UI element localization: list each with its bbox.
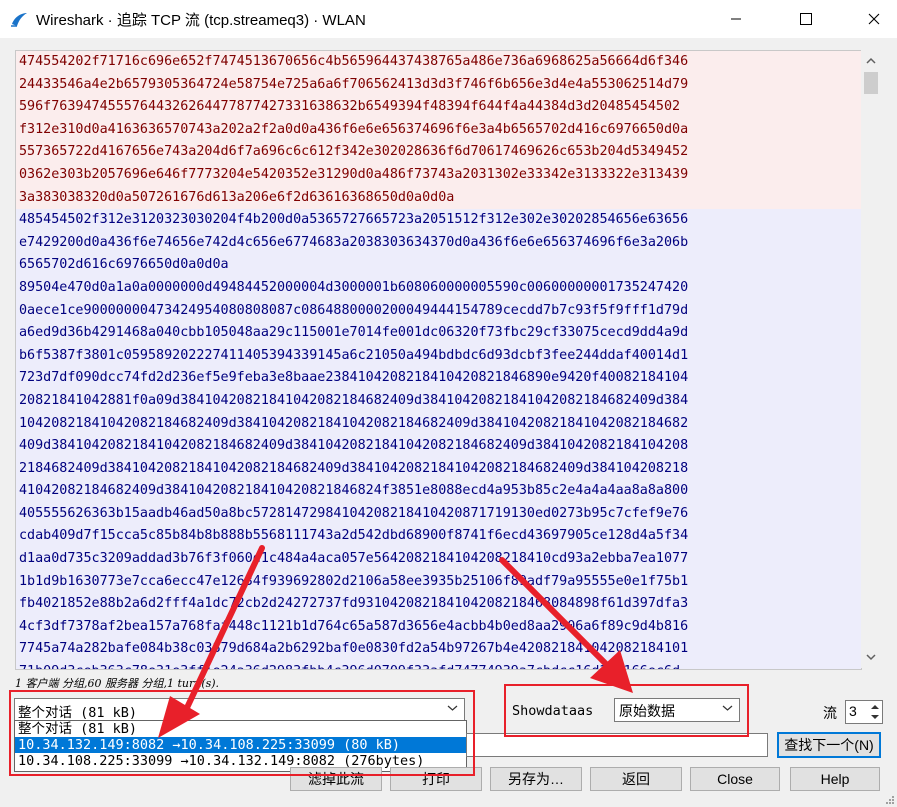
conversation-select[interactable]: 整个对话 (81 kB) bbox=[14, 698, 465, 722]
window-title: Wireshark · 追踪 TCP 流 (tcp.streameq3) · W… bbox=[36, 12, 366, 29]
client-data-line: 3a383038320d0a507261676d613a206e6f2d6361… bbox=[16, 186, 861, 210]
help-button[interactable]: Help bbox=[790, 767, 880, 791]
scrollbar-thumb[interactable] bbox=[864, 72, 878, 94]
wireshark-logo-icon bbox=[11, 13, 27, 27]
find-input[interactable] bbox=[466, 733, 768, 757]
server-data-line: 7745a74a282bafe084b38c03879d684a2b6292ba… bbox=[16, 638, 861, 662]
server-data-line: 6565702d616c6976650d0a0d0a bbox=[16, 254, 861, 277]
stream-content-area[interactable]: 474554202f71716c696e652f7474513670656c4b… bbox=[15, 50, 862, 670]
client-data-line: 474554202f71716c696e652f7474513670656c4b… bbox=[16, 51, 861, 74]
chevron-down-icon bbox=[447, 705, 458, 711]
save-as-button[interactable]: 另存为… bbox=[490, 767, 582, 791]
server-data-line: cdab409d7f15cca5c85b84b8b888b5568111743a… bbox=[16, 525, 861, 549]
stream-summary: 1 客户端 分组,60 服务器 分组,1 turn(s). bbox=[15, 677, 220, 690]
server-data-line: 71b09d3ceb363c78e31e3ff1e24a36d2983fbb4c… bbox=[16, 661, 861, 669]
maximize-icon bbox=[800, 13, 812, 25]
resize-grip-icon[interactable] bbox=[883, 793, 895, 805]
title-bar: Wireshark · 追踪 TCP 流 (tcp.streameq3) · W… bbox=[0, 0, 897, 38]
client-data-line: 24433546a4e2b6579305364724e58754e725a6a6… bbox=[16, 73, 861, 97]
scroll-up-icon[interactable] bbox=[861, 52, 881, 70]
close-icon bbox=[868, 13, 880, 25]
server-data-line: 4cf3df7378af2bea157a768faf448c1121b1d764… bbox=[16, 615, 861, 639]
server-data-line: 405555626363b15aadb46ad50a8bc57281472984… bbox=[16, 502, 861, 526]
server-data-line: 409d38410420821841042082184682409d384104… bbox=[16, 435, 861, 458]
conversation-selected-value: 整个对话 (81 kB) bbox=[18, 705, 138, 721]
print-button[interactable]: 打印 bbox=[390, 767, 482, 791]
server-data-line: 1b1d9b1630773e7cca6ecc47e12634f939692802… bbox=[16, 570, 861, 594]
server-data-line: e7429200d0a436f6e74656e742d4c656e6774683… bbox=[16, 231, 861, 255]
maximize-button[interactable] bbox=[783, 0, 829, 38]
vertical-scrollbar[interactable] bbox=[861, 50, 881, 668]
stream-number-spinbox[interactable]: 3 bbox=[845, 700, 883, 724]
spin-arrows-icon[interactable] bbox=[868, 701, 882, 723]
client-data-line: f312e310d0a4163636570743a202a2f2a0d0a436… bbox=[16, 118, 861, 142]
back-button[interactable]: 返回 bbox=[590, 767, 682, 791]
client-data-line: 596f763947455576443262644778774273316386… bbox=[16, 96, 861, 119]
server-data-line: 41042082184682409d3841042082184104208218… bbox=[16, 480, 861, 503]
server-data-line: b6f5387f3801c059589202227411405394339145… bbox=[16, 344, 861, 368]
chevron-down-icon bbox=[722, 705, 733, 711]
stream-label: 流 bbox=[823, 705, 837, 721]
server-data-line: 723d7df090dcc74fd2d236ef5e9feba3e8baae23… bbox=[16, 367, 861, 390]
server-data-line: 0aece1ce90000000473424954080808087c08648… bbox=[16, 299, 861, 323]
server-data-line: 2184682409d38410420821841042082184682409… bbox=[16, 457, 861, 481]
server-data-line: 485454502f312e3120323030204f4b200d0a5365… bbox=[16, 209, 861, 232]
conversation-option[interactable]: 10.34.132.149:8082 →10.34.108.225:33099 … bbox=[15, 737, 466, 753]
close-window-button[interactable] bbox=[851, 0, 897, 38]
scroll-down-icon[interactable] bbox=[861, 648, 881, 666]
show-data-as-label: Showdataas bbox=[512, 703, 594, 719]
server-data-line: 20821841042881f0a09d38410420821841042082… bbox=[16, 389, 861, 413]
server-data-line: 10420821841042082184682409d3841042082184… bbox=[16, 412, 861, 436]
minimize-button[interactable] bbox=[713, 0, 759, 38]
stream-number-value: 3 bbox=[849, 703, 857, 719]
client-data-line: 557365722d4167656e743a204d6f7a696c6c612f… bbox=[16, 141, 861, 164]
show-data-as-select[interactable]: 原始数据 bbox=[614, 698, 740, 722]
server-data-line: a6ed9d36b4291468a040cbb105048aa29c115001… bbox=[16, 322, 861, 345]
close-button[interactable]: Close bbox=[690, 767, 780, 791]
server-data-line: fb4021852e88b2a6d2fff4a1dc72cb2d24272737… bbox=[16, 593, 861, 616]
conversation-dropdown-list[interactable]: 整个对话 (81 kB) 10.34.132.149:8082 →10.34.10… bbox=[14, 720, 467, 772]
conversation-option[interactable]: 整个对话 (81 kB) bbox=[15, 721, 466, 737]
server-data-line: 89504e470d0a1a0a0000000d49484452000004d3… bbox=[16, 276, 861, 300]
filter-out-button[interactable]: 滤掉此流 bbox=[290, 767, 382, 791]
find-next-button[interactable]: 查找下一个(N) bbox=[777, 732, 881, 758]
show-data-as-value: 原始数据 bbox=[619, 703, 675, 719]
minimize-icon bbox=[731, 18, 741, 20]
server-data-line: d1aa0d735c3209addad3b76f3f060e1c484a4aca… bbox=[16, 548, 861, 571]
client-data-line: 0362e303b2057696e646f7773204e5420352e312… bbox=[16, 163, 861, 187]
